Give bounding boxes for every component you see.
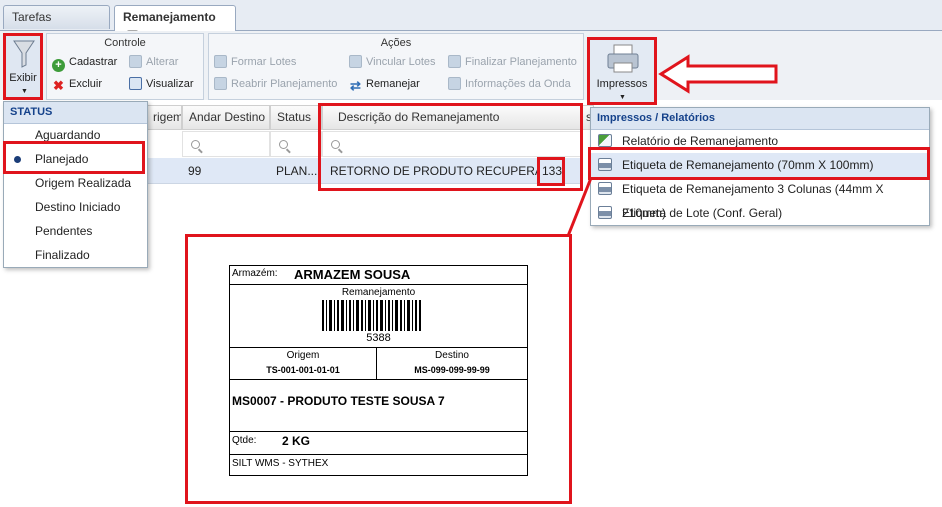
menu-item-etiqueta-lote[interactable]: Etiqueta de Lote (Conf. Geral) [591, 201, 929, 225]
reabrir-planejamento-label: Reabrir Planejamento [231, 78, 338, 90]
formar-lotes-label: Formar Lotes [231, 56, 297, 68]
printer-icon [598, 182, 612, 195]
qtde-value: 2 KG [282, 434, 311, 448]
search-icon [191, 140, 200, 149]
info-icon [448, 77, 461, 90]
printer-icon [598, 206, 612, 219]
move-icon: ⇄ [350, 78, 361, 93]
menu-item-label: Relatório de Remanejamento [622, 134, 779, 148]
view-icon [129, 77, 142, 90]
status-item-finalizado[interactable]: Finalizado [4, 243, 147, 267]
remanejamento-label: Remanejamento [341, 287, 416, 298]
visualizar-label: Visualizar [146, 78, 194, 90]
column-header-andar-destino[interactable]: Andar Destino [182, 105, 270, 130]
filter-status[interactable] [270, 131, 322, 157]
status-menu: STATUS Aguardando Planejado Origem Reali… [3, 101, 148, 268]
remanejar-button[interactable]: ⇄ Remanejar [349, 76, 420, 92]
label-preview: Armazém: ARMAZEM SOUSA Remanejamento 538… [229, 265, 528, 476]
connector-line [566, 177, 593, 237]
impressos-button[interactable]: Impressos ▼ [587, 37, 657, 105]
destino-label: Destino [435, 350, 469, 361]
informacoes-onda-label: Informações da Onda [465, 78, 571, 90]
status-item-pendentes[interactable]: Pendentes [4, 219, 147, 243]
reopen-icon [214, 77, 227, 90]
exibir-label: Exibir [9, 72, 37, 84]
reabrir-planejamento-button[interactable]: Reabrir Planejamento [214, 76, 337, 92]
cadastrar-button[interactable]: + Cadastrar [52, 54, 118, 72]
chevron-down-icon: ▼ [21, 88, 28, 95]
label-origem-cell: Origem TS-001-001-01-01 [229, 347, 377, 380]
menu-item-etiqueta-3-colunas[interactable]: Etiqueta de Remanejamento 3 Colunas (44m… [591, 177, 929, 220]
chart-icon [598, 134, 612, 147]
finish-icon [448, 55, 461, 68]
highlight-planejado [3, 141, 145, 174]
cadastrar-label: Cadastrar [69, 56, 118, 68]
controle-title: Controle [104, 37, 146, 49]
delete-icon: ✖ [53, 78, 64, 93]
table-cell-status[interactable]: PLAN... [270, 158, 322, 184]
label-destino-cell: Destino MS-099-099-99-99 [376, 347, 528, 380]
remanejar-label: Remanejar [366, 78, 420, 90]
barcode-number: 5388 [366, 332, 391, 344]
label-armazem-row: Armazém: ARMAZEM SOUSA [229, 265, 528, 285]
origem-label: Origem [286, 350, 320, 361]
armazem-value: ARMAZEM SOUSA [294, 267, 411, 282]
table-cell-origem[interactable] [146, 158, 182, 184]
exibir-button[interactable]: Exibir ▼ [3, 33, 43, 100]
link-icon [349, 55, 362, 68]
filter-icon [13, 40, 35, 68]
qtde-label: Qtde: [232, 435, 257, 446]
search-icon [279, 140, 288, 149]
armazem-label: Armazém: [232, 268, 278, 279]
tab-label: Remanejamento [123, 10, 216, 24]
destino-value: MS-099-099-99-99 [414, 365, 490, 375]
edit-icon [129, 55, 142, 68]
table-cell-andar-destino[interactable]: 99 [182, 158, 270, 184]
visualizar-button[interactable]: Visualizar [129, 76, 194, 92]
impressos-label: Impressos [596, 78, 648, 90]
status-item-origem-realizada[interactable]: Origem Realizada [4, 171, 147, 195]
footer-text: SILT WMS - SYTHEX [232, 458, 329, 469]
lots-icon [214, 55, 227, 68]
impressos-menu-header: Impressos / Relatórios [591, 108, 929, 130]
excluir-label: Excluir [69, 78, 103, 90]
product-value: MS0007 - PRODUTO TESTE SOUSA 7 [232, 394, 445, 408]
vincular-lotes-button[interactable]: Vincular Lotes [349, 54, 436, 70]
label-barcode-row: Remanejamento 5388 [229, 284, 528, 348]
tab-tarefas-principais[interactable]: Tarefas Principais [3, 5, 110, 46]
informacoes-onda-button[interactable]: Informações da Onda [448, 76, 571, 92]
printer-icon [607, 44, 639, 73]
label-product-row: MS0007 - PRODUTO TESTE SOUSA 7 [229, 379, 528, 432]
barcode-icon [322, 300, 421, 331]
highlight-etiqueta [588, 147, 930, 180]
excluir-button[interactable]: ✖ Excluir [52, 76, 102, 92]
origem-value: TS-001-001-01-01 [266, 365, 340, 375]
column-header-status[interactable]: Status [270, 105, 322, 130]
alterar-button[interactable]: Alterar [129, 54, 178, 70]
arrow-annotation [658, 54, 778, 94]
label-footer-row: SILT WMS - SYTHEX [229, 454, 528, 476]
finalizar-planejamento-label: Finalizar Planejamento [465, 56, 577, 68]
tab-remanejamento[interactable]: Remanejamento× [114, 5, 236, 41]
label-qtde-row: Qtde: 2 KG [229, 431, 528, 455]
finalizar-planejamento-button[interactable]: Finalizar Planejamento [448, 54, 577, 70]
menu-item-label: Etiqueta de Lote (Conf. Geral) [622, 206, 783, 220]
acoes-title: Ações [380, 37, 412, 49]
alterar-label: Alterar [146, 56, 179, 68]
vincular-lotes-label: Vincular Lotes [366, 56, 436, 68]
acoes-group: Ações Formar Lotes Vincular Lotes Finali… [208, 33, 584, 100]
filter-andar-destino[interactable] [182, 131, 270, 157]
status-item-destino-iniciado[interactable]: Destino Iniciado [4, 195, 147, 219]
status-menu-header: STATUS [4, 102, 147, 124]
column-header-origem[interactable]: rigem [146, 105, 182, 130]
controle-group: Controle + Cadastrar Alterar ✖ Excluir Vis… [46, 33, 204, 100]
chevron-down-icon: ▼ [619, 94, 626, 101]
add-icon: + [52, 59, 65, 72]
formar-lotes-button[interactable]: Formar Lotes [214, 54, 296, 70]
